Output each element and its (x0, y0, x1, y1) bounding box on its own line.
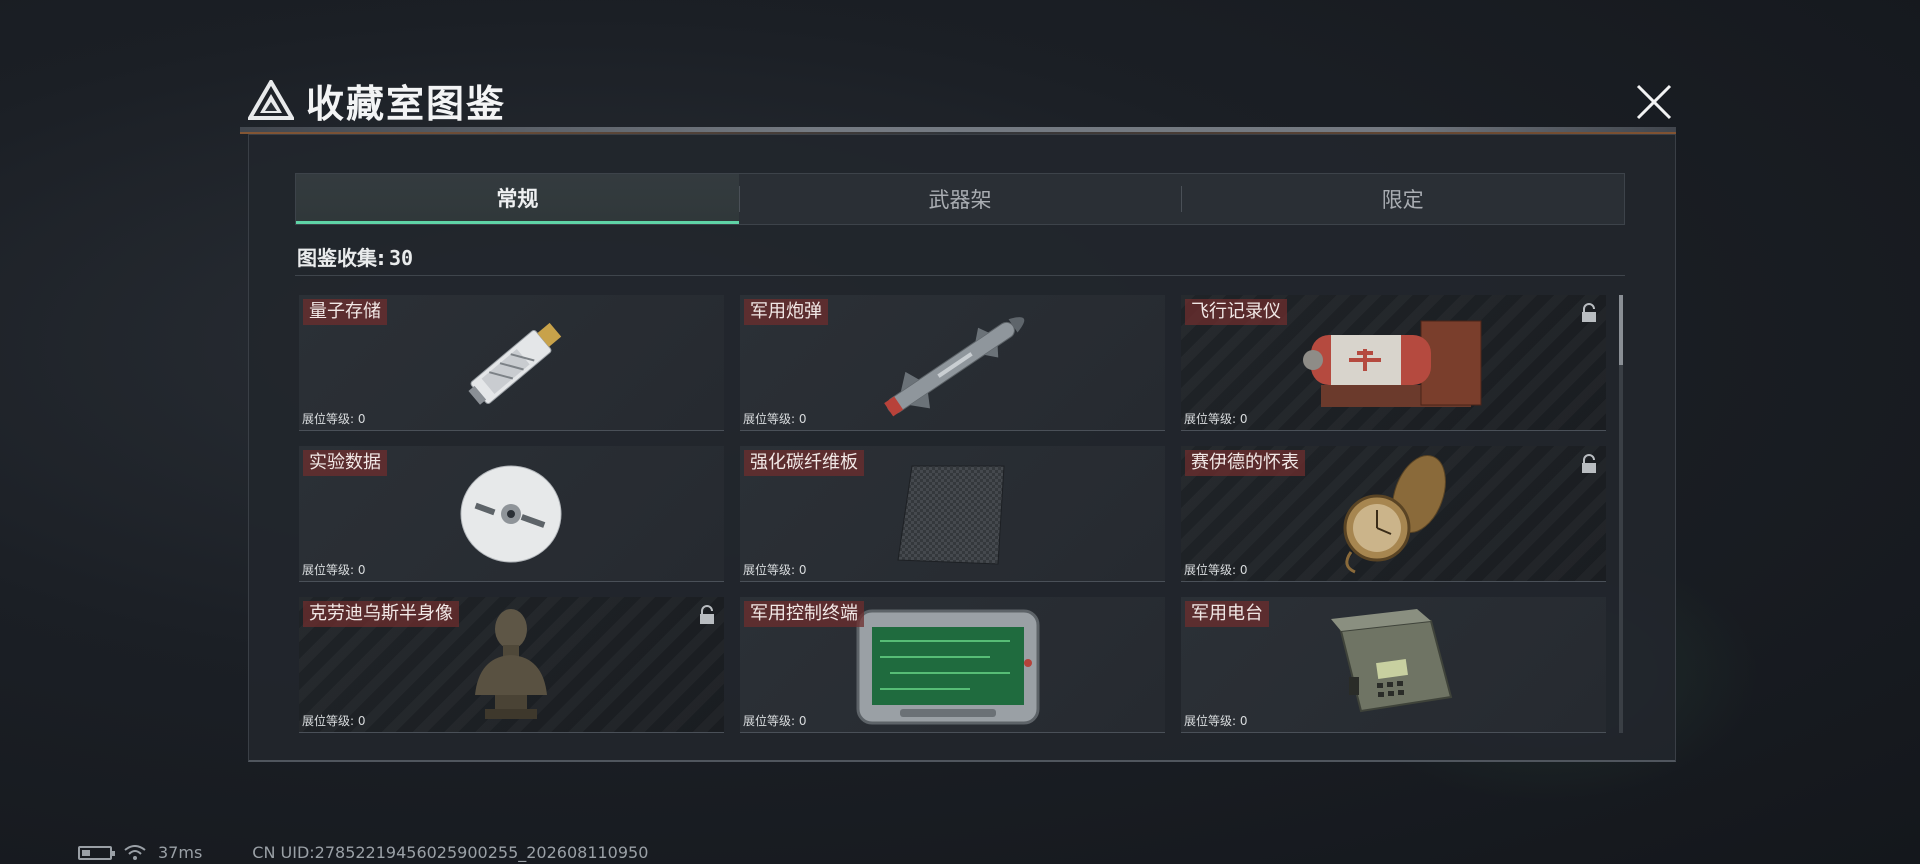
item-name: 实验数据 (303, 450, 387, 476)
tab-limited[interactable]: 限定 (1181, 174, 1624, 224)
battery-icon (78, 845, 115, 860)
item-card[interactable]: 实验数据 展位等级: 0 (299, 446, 724, 582)
item-card[interactable]: 军用炮弹 展位等级: 0 (740, 295, 1165, 431)
collection-count-value: 30 (389, 246, 414, 270)
item-level: 展位等级: 0 (1184, 412, 1248, 426)
item-name: 军用电台 (1185, 601, 1269, 627)
lock-icon (1582, 303, 1596, 322)
tab-bar: 常规 武器架 限定 (295, 173, 1625, 225)
item-card[interactable]: 飞行记录仪 展位等级: 0 (1181, 295, 1606, 431)
item-card[interactable]: 军用控制终端 展位等级: 0 (740, 597, 1165, 733)
item-card[interactable]: 赛伊德的怀表 展位等级: 0 (1181, 446, 1606, 582)
title-bar: 收藏室图鉴 (248, 72, 506, 128)
item-name: 军用炮弹 (744, 299, 828, 325)
scrollbar-thumb[interactable] (1619, 295, 1623, 365)
collection-count-label: 图鉴收集: (297, 246, 385, 270)
tab-weapon-rack[interactable]: 武器架 (738, 174, 1182, 224)
item-grid-viewport: 量子存储 展位等级: 0 军用炮弹 展位等级: 0 飞行记录仪 展位等级: 0 … (299, 295, 1615, 735)
item-card[interactable]: 克劳迪乌斯半身像 展位等级: 0 (299, 597, 724, 733)
wifi-icon (124, 844, 146, 860)
delta-logo-icon (248, 80, 294, 120)
item-name: 飞行记录仪 (1185, 299, 1287, 325)
item-card[interactable]: 军用电台 展位等级: 0 (1181, 597, 1606, 733)
ping-value: 37ms (158, 843, 203, 862)
section-divider (295, 275, 1625, 276)
item-name: 克劳迪乌斯半身像 (303, 601, 459, 627)
item-name: 量子存储 (303, 299, 387, 325)
item-level: 展位等级: 0 (1184, 714, 1248, 728)
item-name: 强化碳纤维板 (744, 450, 864, 476)
item-level: 展位等级: 0 (743, 714, 807, 728)
close-icon[interactable] (1630, 78, 1678, 126)
tab-regular[interactable]: 常规 (296, 174, 739, 224)
item-level: 展位等级: 0 (743, 563, 807, 577)
lock-icon (700, 605, 714, 624)
collection-count: 图鉴收集: 30 (297, 242, 413, 271)
item-card[interactable]: 强化碳纤维板 展位等级: 0 (740, 446, 1165, 582)
item-level: 展位等级: 0 (302, 563, 366, 577)
item-card[interactable]: 量子存储 展位等级: 0 (299, 295, 724, 431)
item-name: 军用控制终端 (744, 601, 864, 627)
grid-scrollbar[interactable] (1619, 295, 1623, 733)
item-level: 展位等级: 0 (1184, 563, 1248, 577)
status-bar: 37ms CN UID:27852219456025900255_2026081… (78, 843, 648, 862)
item-name: 赛伊德的怀表 (1185, 450, 1305, 476)
item-level: 展位等级: 0 (743, 412, 807, 426)
lock-icon (1582, 454, 1596, 473)
item-level: 展位等级: 0 (302, 412, 366, 426)
collection-panel: 常规 武器架 限定 图鉴收集: 30 量子存储 展位等级: 0 军用炮弹 展位等… (248, 134, 1676, 762)
item-level: 展位等级: 0 (302, 714, 366, 728)
page-title: 收藏室图鉴 (306, 81, 507, 126)
item-grid: 量子存储 展位等级: 0 军用炮弹 展位等级: 0 飞行记录仪 展位等级: 0 … (299, 295, 1615, 733)
user-uid: CN UID:27852219456025900255_202608110950 (252, 843, 649, 862)
